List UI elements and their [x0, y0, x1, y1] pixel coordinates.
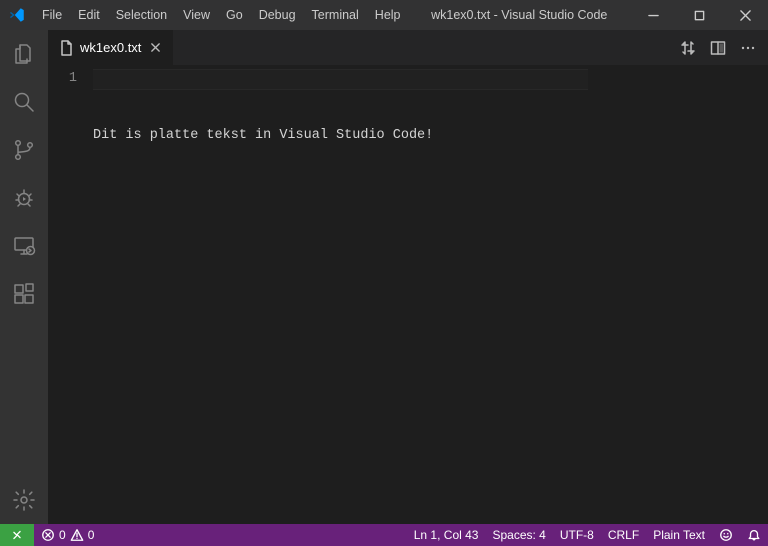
smiley-icon: [719, 528, 733, 542]
editor[interactable]: 1 Dit is platte tekst in Visual Studio C…: [48, 65, 768, 524]
activity-remote[interactable]: [0, 222, 48, 270]
feedback-button[interactable]: [712, 524, 740, 546]
error-count: 0: [59, 528, 66, 542]
status-bar: 0 0 Ln 1, Col 43 Spaces: 4 UTF-8 CRLF Pl…: [0, 524, 768, 546]
extensions-icon: [12, 282, 36, 306]
vertical-scrollbar[interactable]: [754, 65, 768, 524]
close-button[interactable]: [722, 0, 768, 30]
split-editor-button[interactable]: [704, 34, 732, 62]
remote-indicator[interactable]: [0, 524, 34, 546]
gear-icon: [12, 488, 36, 512]
activity-bar: [0, 30, 48, 524]
menu-view[interactable]: View: [175, 0, 218, 30]
files-icon: [12, 42, 36, 66]
bell-icon: [747, 528, 761, 542]
activity-settings[interactable]: [0, 476, 48, 524]
tab-close-button[interactable]: [147, 40, 163, 56]
titlebar: File Edit Selection View Go Debug Termin…: [0, 0, 768, 30]
line-number: 1: [48, 69, 77, 88]
indentation[interactable]: Spaces: 4: [485, 524, 552, 546]
cursor-position[interactable]: Ln 1, Col 43: [407, 524, 486, 546]
error-icon: [41, 528, 55, 542]
split-icon: [710, 40, 726, 56]
menu-terminal[interactable]: Terminal: [304, 0, 367, 30]
branch-icon: [12, 138, 36, 162]
compare-changes-button[interactable]: [674, 34, 702, 62]
eol[interactable]: CRLF: [601, 524, 646, 546]
app-logo: [0, 6, 34, 24]
activity-source-control[interactable]: [0, 126, 48, 174]
more-actions-button[interactable]: [734, 34, 762, 62]
diff-icon: [680, 40, 696, 56]
warning-icon: [70, 528, 84, 542]
window-title: wk1ex0.txt - Visual Studio Code: [409, 8, 630, 22]
file-icon: [58, 40, 74, 56]
tab-wk1ex0[interactable]: wk1ex0.txt: [48, 30, 174, 65]
ellipsis-icon: [740, 40, 756, 56]
menu-debug[interactable]: Debug: [251, 0, 304, 30]
remote-explorer-icon: [12, 234, 36, 258]
menu-go[interactable]: Go: [218, 0, 251, 30]
editor-content[interactable]: Dit is platte tekst in Visual Studio Cod…: [93, 65, 678, 524]
menu-bar: File Edit Selection View Go Debug Termin…: [34, 0, 409, 30]
menu-help[interactable]: Help: [367, 0, 409, 30]
menu-selection[interactable]: Selection: [108, 0, 175, 30]
tab-bar: wk1ex0.txt: [48, 30, 768, 65]
problems-indicator[interactable]: 0 0: [34, 524, 101, 546]
bug-icon: [12, 186, 36, 210]
activity-search[interactable]: [0, 78, 48, 126]
activity-debug[interactable]: [0, 174, 48, 222]
notifications-button[interactable]: [740, 524, 768, 546]
menu-edit[interactable]: Edit: [70, 0, 108, 30]
line-number-gutter: 1: [48, 65, 93, 524]
maximize-button[interactable]: [676, 0, 722, 30]
encoding[interactable]: UTF-8: [553, 524, 601, 546]
activity-extensions[interactable]: [0, 270, 48, 318]
minimize-button[interactable]: [630, 0, 676, 30]
close-icon: [150, 42, 161, 53]
remote-icon: [10, 528, 24, 542]
language-mode[interactable]: Plain Text: [646, 524, 712, 546]
menu-file[interactable]: File: [34, 0, 70, 30]
window-controls: [630, 0, 768, 30]
warning-count: 0: [88, 528, 95, 542]
search-icon: [12, 90, 36, 114]
tab-label: wk1ex0.txt: [80, 40, 141, 55]
activity-explorer[interactable]: [0, 30, 48, 78]
current-line-highlight: [93, 69, 588, 90]
editor-line: Dit is platte tekst in Visual Studio Cod…: [93, 126, 678, 145]
